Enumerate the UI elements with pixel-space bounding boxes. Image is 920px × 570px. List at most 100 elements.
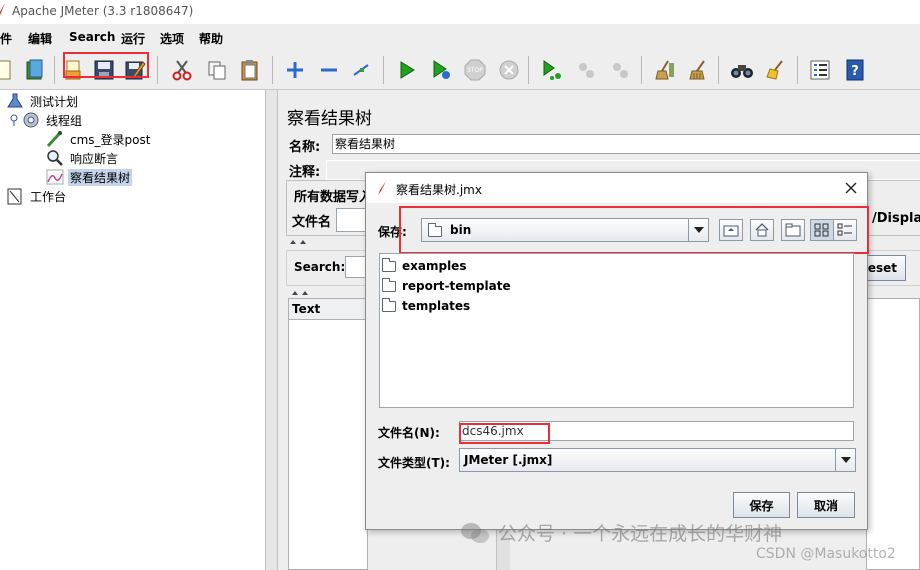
- filename-label: 文件名(N):: [378, 426, 440, 440]
- workbench-icon: [7, 188, 22, 205]
- panel-title: 察看结果树: [287, 109, 372, 129]
- jmeter-feather-icon: [0, 3, 5, 15]
- search-label: Search:: [294, 260, 346, 274]
- save-button[interactable]: 保存: [733, 492, 790, 518]
- copy-icon[interactable]: [202, 54, 232, 86]
- details-view-button[interactable]: [833, 219, 857, 241]
- file-item-report-template[interactable]: report-template: [382, 277, 511, 295]
- filetype-value: JMeter [.jmx]: [464, 453, 553, 467]
- menu-help[interactable]: 帮助: [199, 30, 223, 47]
- menu-edit[interactable]: 编辑: [28, 30, 52, 47]
- new-folder-button[interactable]: [781, 219, 805, 241]
- tree-item-test-plan[interactable]: 测试计划: [6, 92, 80, 110]
- name-field[interactable]: 察看结果树: [332, 134, 920, 154]
- save-in-label: 保存:: [378, 225, 407, 239]
- jmeter-feather-icon: [378, 181, 386, 195]
- folder-icon: [382, 297, 396, 312]
- test-plan-icon: [7, 93, 23, 108]
- save-as-icon[interactable]: [120, 54, 150, 86]
- remote-stop-icon[interactable]: [571, 54, 601, 86]
- clear-icon[interactable]: [650, 54, 680, 86]
- collapse-icon[interactable]: [314, 54, 344, 86]
- tree-item-workbench[interactable]: 工作台: [6, 187, 68, 205]
- home-button[interactable]: [750, 219, 774, 241]
- menu-options[interactable]: 选项: [160, 30, 184, 47]
- tree-item-sampler[interactable]: cms_登录post: [46, 130, 152, 148]
- splitter-bar[interactable]: [266, 90, 278, 570]
- save-icon[interactable]: [89, 54, 119, 86]
- toolbar: STOP ?: [0, 50, 920, 90]
- file-item-examples[interactable]: examples: [382, 257, 466, 275]
- tree-item-thread-group[interactable]: 线程组: [10, 111, 84, 129]
- results-list[interactable]: [288, 298, 368, 570]
- save-in-value: bin: [450, 223, 472, 237]
- remote-shutdown-icon[interactable]: [605, 54, 635, 86]
- display-only-label: /Display: [872, 211, 920, 226]
- list-view-button[interactable]: [810, 219, 834, 241]
- reset-search-icon[interactable]: [761, 54, 791, 86]
- csdn-watermark: CSDN @Masukotto2: [756, 546, 896, 562]
- window-title: Apache JMeter (3.3 r1808647): [12, 4, 194, 18]
- paste-icon[interactable]: [235, 54, 265, 86]
- assertion-icon: [47, 150, 63, 166]
- cut-icon[interactable]: [167, 54, 197, 86]
- details-view-icon: [837, 223, 852, 236]
- sampler-icon: [46, 131, 62, 148]
- svg-text:?: ?: [851, 64, 859, 79]
- file-item-templates[interactable]: templates: [382, 297, 470, 315]
- save-in-combo[interactable]: bin: [421, 218, 709, 242]
- response-data-area: [866, 298, 920, 570]
- folder-icon: [382, 277, 396, 292]
- folder-icon: [382, 257, 396, 272]
- thread-group-icon: [23, 112, 39, 128]
- help-icon[interactable]: ?: [840, 54, 870, 86]
- new-folder-icon: [785, 223, 801, 237]
- search-icon[interactable]: [727, 54, 757, 86]
- text-column-header: Text: [288, 298, 368, 320]
- function-helper-icon[interactable]: [805, 54, 835, 86]
- tree-item-assertion[interactable]: 响应断言: [46, 149, 120, 167]
- dialog-title-bar: 察看结果树.jmx: [366, 173, 867, 203]
- menu-bar: 件 编辑 Search 运行 选项 帮助: [0, 24, 920, 50]
- tree-item-view-results-tree[interactable]: 察看结果树: [46, 168, 133, 186]
- open-icon[interactable]: [58, 54, 88, 86]
- cancel-button[interactable]: 取消: [797, 492, 855, 518]
- toggle-icon[interactable]: [346, 54, 376, 86]
- folder-icon: [428, 223, 442, 237]
- up-folder-icon: [723, 225, 739, 237]
- filename-input[interactable]: dcs46.jmx: [459, 421, 854, 441]
- collapse-arrows-icon[interactable]: [288, 239, 312, 245]
- menu-search[interactable]: Search: [69, 30, 115, 44]
- start-no-pause-icon[interactable]: [426, 54, 456, 86]
- templates-icon[interactable]: [20, 54, 50, 86]
- watermark: 公众号 · 一个永远在成长的华财神: [460, 519, 782, 546]
- shutdown-icon[interactable]: [494, 54, 524, 86]
- write-results-title: 所有数据写入: [294, 190, 373, 205]
- svg-text:STOP: STOP: [467, 67, 483, 74]
- title-bar: Apache JMeter (3.3 r1808647): [0, 0, 920, 24]
- wechat-icon: [461, 522, 489, 543]
- name-label: 名称:: [289, 140, 321, 155]
- filetype-label: 文件类型(T):: [378, 456, 450, 470]
- filename-label: 文件名: [292, 215, 332, 230]
- collapse-arrows-icon-2[interactable]: [290, 290, 314, 296]
- save-dialog: 察看结果树.jmx 保存: bin examples report-templa…: [365, 172, 869, 530]
- dialog-title: 察看结果树.jmx: [396, 183, 482, 197]
- new-icon[interactable]: [0, 54, 18, 86]
- close-icon[interactable]: [845, 182, 857, 194]
- remote-start-icon[interactable]: [537, 54, 567, 86]
- clear-all-icon[interactable]: [684, 54, 714, 86]
- home-icon: [755, 223, 769, 237]
- chevron-down-icon[interactable]: [835, 449, 855, 471]
- filetype-combo[interactable]: JMeter [.jmx]: [459, 448, 856, 472]
- expand-icon[interactable]: [280, 54, 310, 86]
- up-folder-button[interactable]: [719, 219, 743, 241]
- start-icon[interactable]: [392, 54, 422, 86]
- stop-icon[interactable]: STOP: [460, 54, 490, 86]
- menu-file[interactable]: 件: [0, 30, 12, 47]
- list-view-icon: [814, 223, 829, 237]
- menu-run[interactable]: 运行: [121, 30, 145, 47]
- file-list[interactable]: examples report-template templates: [379, 253, 854, 408]
- chevron-down-icon[interactable]: [688, 219, 708, 241]
- comment-label: 注释:: [289, 165, 321, 180]
